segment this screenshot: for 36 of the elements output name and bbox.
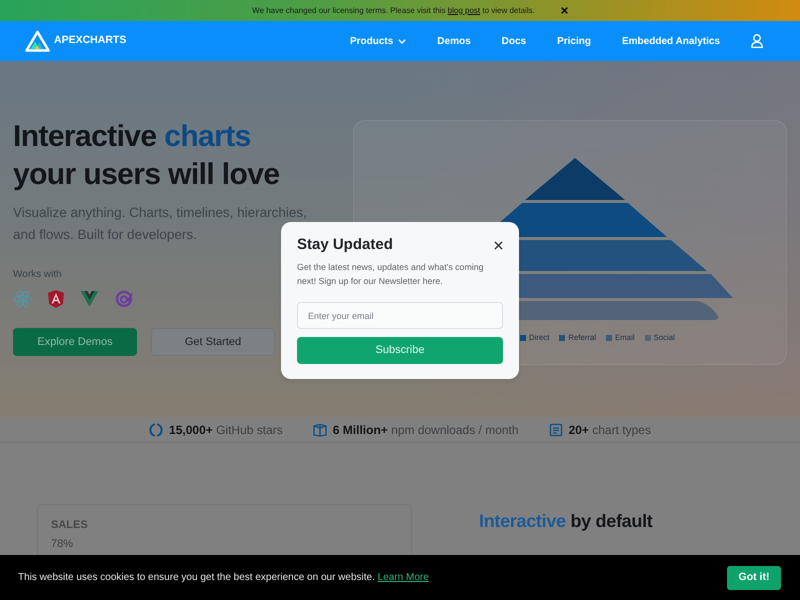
email-input[interactable]: Enter your email [297,302,503,329]
document-icon [548,422,563,436]
swirl-icon [115,290,133,308]
shield-icon [48,290,64,308]
close-icon[interactable] [494,240,503,250]
chevron-down-icon [398,38,406,44]
nav-link[interactable]: Pricing [557,34,591,48]
stat-text: 15,000+ GitHub stars [169,422,283,438]
cube-icon [312,422,327,436]
learn-more-link[interactable]: Learn More [378,572,429,583]
cookie-message: This website uses cookies to ensure you get the best experience on our website. Learn More [18,571,429,585]
got-it-button[interactable]: Got it! [727,566,781,590]
atom-icon [13,290,32,308]
stat-text: 6 Million+ npm downloads / month [332,422,519,438]
section-heading: Interactive by default [479,510,652,532]
card-value: 78% [51,537,74,551]
triangle-logo-icon [25,30,50,52]
nav-link[interactable]: Embedded Analytics [622,34,720,48]
secondary-cta-button[interactable]: Get Started [151,328,275,356]
works-with-label: Works with [13,269,62,281]
subscribe-button[interactable]: Subscribe [297,337,503,364]
stat-text: 20+ chart types [568,422,651,438]
nav-dropdown[interactable]: Products [350,34,406,48]
user-icon[interactable] [751,34,763,48]
primary-cta-button[interactable]: Explore Demos [13,328,137,356]
card-title: SALES [51,518,88,532]
blog-post-link[interactable]: blog post [448,6,480,14]
v-shape-icon [80,291,99,307]
parentheses-icon [149,422,164,436]
brand-link[interactable]: APEXCHARTS [25,30,126,52]
banner-message: We have changed our licensing terms. Please visit this blog post to view details. [252,4,535,16]
nav-link[interactable]: Demos [437,34,471,48]
hero-heading: Interactive charts your users will love [13,119,280,193]
nav-link[interactable]: Docs [502,34,526,48]
close-icon[interactable] [560,7,568,14]
modal-text: Get the latest news, updates and what's coming next! Sign up for our Newsletter here. [297,261,485,288]
